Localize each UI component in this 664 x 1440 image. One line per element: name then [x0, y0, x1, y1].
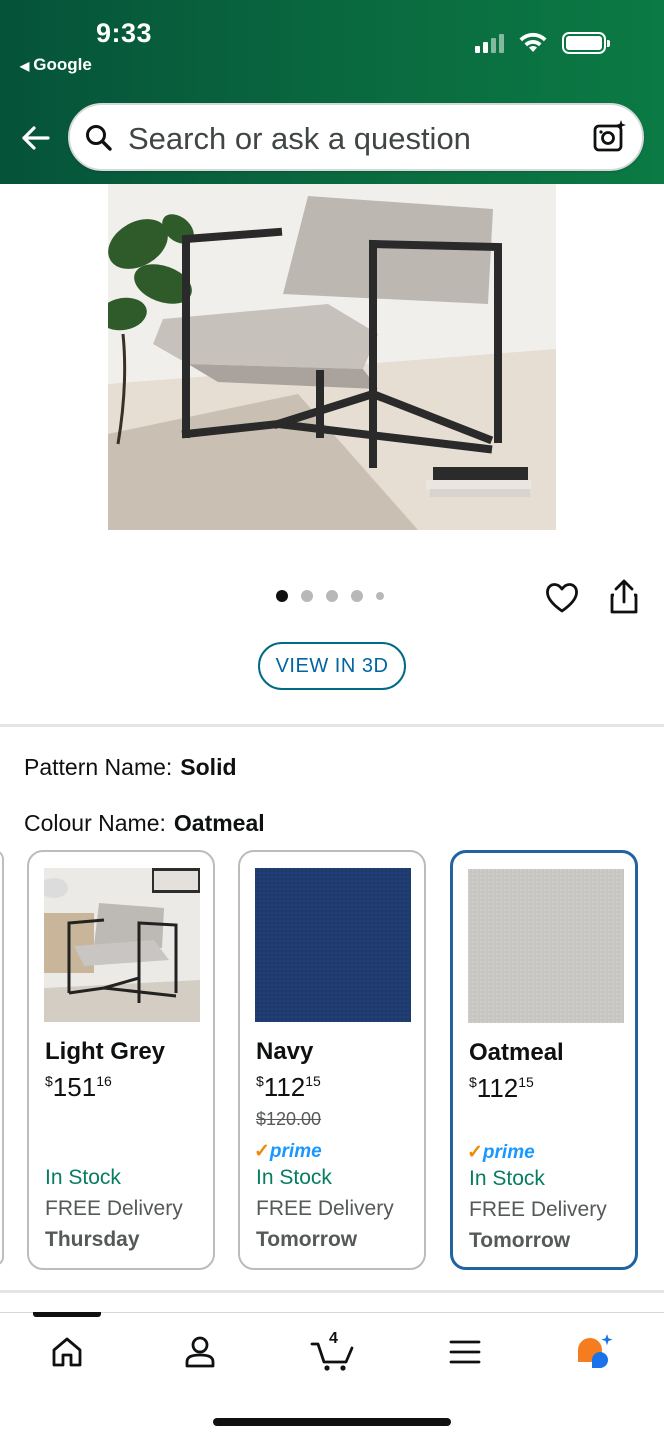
back-app-label: Google — [33, 55, 92, 74]
variation-name: Light Grey — [45, 1038, 166, 1065]
colour-name-row: Colour Name: Oatmeal — [24, 810, 265, 837]
heart-icon[interactable] — [544, 580, 580, 616]
share-icon[interactable] — [607, 578, 641, 616]
pattern-value: Solid — [180, 754, 237, 780]
carousel-dot[interactable] — [301, 590, 313, 602]
stock-status: In Stock — [469, 1167, 545, 1190]
section-divider — [0, 1290, 664, 1293]
product-page: 9:33 ◀ Google Search or ask a question V… — [0, 0, 664, 1440]
delivery-day: Tomorrow — [469, 1229, 571, 1252]
prime-check-icon: ✓ — [467, 1142, 483, 1163]
back-arrow-icon[interactable] — [18, 120, 54, 156]
rufus-assistant-icon[interactable] — [575, 1332, 615, 1372]
chair-photo — [108, 184, 556, 530]
section-divider — [0, 724, 664, 727]
carousel-dot[interactable] — [376, 592, 384, 600]
search-input[interactable]: Search or ask a question — [68, 103, 644, 171]
prime-check-icon: ✓ — [254, 1141, 270, 1162]
wifi-icon — [519, 32, 547, 52]
colour-label: Colour Name: — [24, 810, 166, 836]
delivery-label: FREE Delivery — [469, 1198, 607, 1221]
search-icon — [86, 125, 112, 151]
pattern-name-row: Pattern Name: Solid — [24, 754, 237, 781]
back-to-app-link[interactable]: ◀ Google — [20, 55, 92, 75]
product-image[interactable] — [108, 184, 556, 530]
delivery-day: Tomorrow — [256, 1228, 358, 1251]
app-header: 9:33 ◀ Google Search or ask a question — [0, 0, 664, 184]
previous-variation-card-edge[interactable] — [0, 850, 4, 1266]
carousel-dot[interactable] — [326, 590, 338, 602]
variation-name: Oatmeal — [469, 1039, 564, 1066]
variation-thumbnail — [468, 869, 624, 1023]
back-triangle-icon: ◀ — [20, 59, 30, 73]
delivery-label: FREE Delivery — [45, 1197, 183, 1220]
variation-card-navy[interactable]: Navy $11215 $120.00 ✓prime In Stock FREE… — [238, 850, 426, 1270]
signal-icon — [475, 33, 504, 53]
pattern-label: Pattern Name: — [24, 754, 173, 780]
variation-thumbnail — [44, 868, 200, 1022]
menu-icon[interactable] — [445, 1332, 485, 1372]
image-carousel-dots[interactable] — [276, 590, 384, 602]
camera-search-icon[interactable] — [592, 119, 628, 155]
list-price: $120.00 — [256, 1109, 322, 1129]
prime-badge: ✓prime — [254, 1141, 322, 1162]
delivery-day: Thursday — [45, 1228, 140, 1251]
variation-card-light-grey[interactable]: Light Grey $15116 In Stock FREE Delivery… — [27, 850, 215, 1270]
prime-badge: ✓prime — [467, 1142, 535, 1163]
variation-name: Navy — [256, 1038, 314, 1065]
variation-price: $11215 — [469, 1073, 534, 1103]
status-icons — [475, 32, 610, 54]
search-placeholder: Search or ask a question — [128, 121, 471, 156]
carousel-dot[interactable] — [351, 590, 363, 602]
delivery-label: FREE Delivery — [256, 1197, 394, 1220]
cart-count-badge: 4 — [329, 1330, 338, 1347]
variation-thumbnail — [255, 868, 411, 1022]
home-icon[interactable] — [47, 1332, 87, 1372]
active-tab-indicator — [33, 1312, 101, 1317]
account-icon[interactable] — [180, 1332, 220, 1372]
stock-status: In Stock — [256, 1166, 332, 1189]
carousel-dot-active[interactable] — [276, 590, 288, 602]
variation-price: $11215 — [256, 1072, 321, 1102]
battery-icon — [562, 32, 610, 54]
colour-value: Oatmeal — [173, 810, 265, 836]
view-in-3d-button[interactable]: VIEW IN 3D — [258, 642, 406, 690]
variation-price: $15116 — [45, 1072, 112, 1102]
status-time: 9:33 — [96, 18, 153, 48]
stock-status: In Stock — [45, 1166, 121, 1189]
home-indicator-bar — [213, 1418, 451, 1426]
variation-card-oatmeal[interactable]: Oatmeal $11215 ✓prime In Stock FREE Deli… — [450, 850, 638, 1270]
